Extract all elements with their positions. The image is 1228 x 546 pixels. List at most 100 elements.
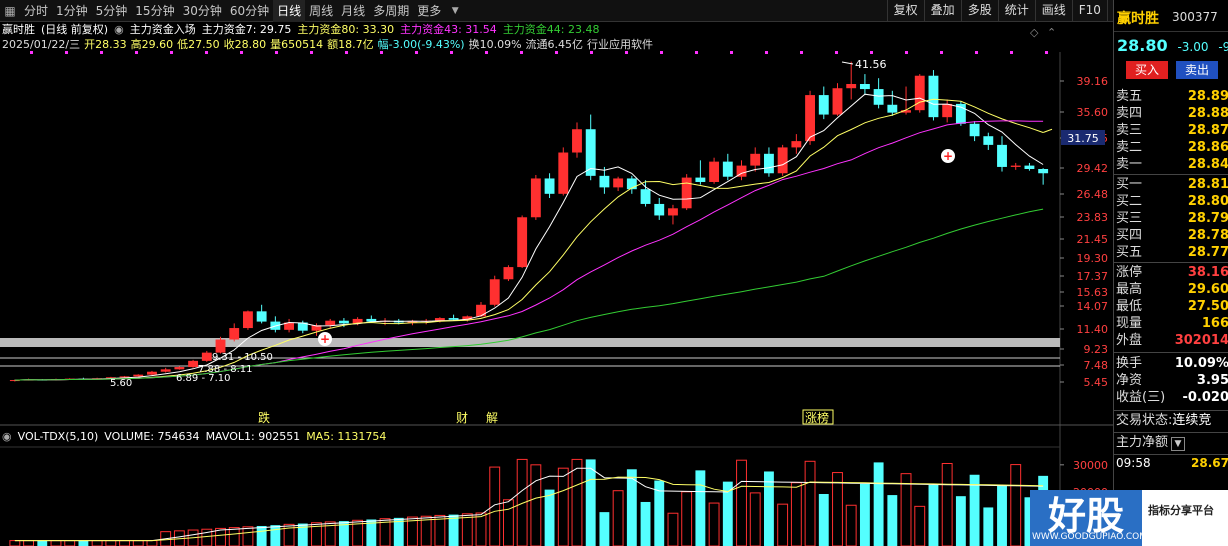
grid-dot: [870, 51, 873, 54]
price-tick-label-12: 9.23: [1084, 343, 1109, 356]
trade-status: 连续竞: [1172, 413, 1212, 428]
quote-pct: -9: [1218, 40, 1228, 54]
candle-body-67: [928, 75, 939, 118]
candle-body-52: [722, 161, 733, 177]
net-flow-dropdown-icon[interactable]: ▼: [1171, 437, 1186, 451]
volume-bar-8: [119, 540, 130, 546]
buy-button[interactable]: 买入: [1126, 61, 1168, 79]
diamond-icon: ◇: [1030, 26, 1039, 39]
support-band: [0, 338, 1060, 347]
stat-row-0: 涨停 38.16: [1116, 265, 1228, 280]
ask-row-2: 卖三 28.87: [1116, 123, 1228, 138]
price-tick-label-7: 19.30: [1077, 252, 1109, 265]
stats2-divider: [1114, 352, 1228, 353]
status-line: 交易状态:连续竞: [1114, 410, 1228, 430]
candle-body-16: [229, 328, 240, 340]
candle-body-11: [160, 369, 171, 372]
grid-dot: [975, 51, 978, 54]
volume-bar-34: [475, 512, 487, 546]
buy-marker-glyph-1: +: [943, 149, 953, 163]
quote-change: -3.00: [1177, 40, 1209, 54]
grid-dot: [800, 51, 803, 54]
grid-dot: [555, 51, 558, 54]
grid-dot: [65, 51, 68, 54]
event-tag-2: 解: [486, 411, 498, 425]
price-tick-label-1: 35.60: [1077, 106, 1109, 119]
ask-row-1: 卖四 28.88: [1116, 106, 1228, 121]
volume-bar-51: [708, 502, 720, 546]
level-label-1: 9.31 - 10.50: [212, 352, 273, 363]
candle-body-32: [448, 318, 459, 320]
tick-price: 28.67: [1191, 456, 1228, 470]
price-tag-label: 31.75: [1067, 132, 1099, 145]
ask-row-3: 卖二 28.86: [1116, 140, 1228, 155]
grid-dot: [30, 51, 33, 54]
price-tick-label-6: 21.45: [1077, 233, 1109, 246]
quote-price: 28.80: [1117, 36, 1168, 55]
event-tag-0: 跌: [258, 410, 270, 425]
vol-axis-label-0: 30000: [1073, 459, 1108, 472]
volume-bar-48: [667, 512, 679, 546]
candle-body-43: [599, 175, 610, 188]
candle-body-61: [846, 84, 857, 89]
high-annotation: 41.56: [855, 58, 887, 71]
quote-stock-code: 300377: [1172, 10, 1218, 24]
volume-bar-17: [242, 526, 254, 546]
volume-bar-18: [256, 525, 267, 546]
volume-bar-73: [1010, 464, 1022, 546]
volume-bar-42: [585, 459, 596, 546]
grid-dot: [310, 51, 313, 54]
volume-bar-19: [270, 525, 281, 546]
candle-body-59: [818, 95, 829, 115]
volume-bar-50: [695, 470, 706, 546]
event-tag-1: 财: [456, 411, 468, 425]
grid-dot: [275, 51, 278, 54]
candle-body-70: [969, 123, 980, 137]
volume-bar-35: [489, 466, 501, 546]
volume-bar-46: [640, 501, 651, 546]
volume-bar-66: [914, 505, 926, 546]
volume-bar-58: [804, 460, 816, 546]
grid-dot: [590, 51, 593, 54]
candle-body-18: [256, 311, 267, 322]
candle-body-26: [366, 318, 377, 322]
price-tick-label-9: 15.63: [1077, 286, 1109, 299]
volume-bar-71: [983, 507, 994, 546]
candle-body-34: [476, 304, 486, 317]
grid-dot: [730, 51, 733, 54]
stat-row-1: 最高 29.60: [1116, 282, 1228, 297]
candle-body-39: [544, 178, 555, 194]
price-tick-label-3: 29.42: [1077, 162, 1109, 175]
volume-bar-43: [599, 512, 610, 546]
candle-body-54: [750, 153, 761, 166]
volume-bar-41: [571, 458, 583, 546]
grid-dot: [415, 51, 418, 54]
stat2-row-1: 净资 3.95: [1116, 373, 1228, 388]
volume-bar-60: [832, 472, 843, 546]
grid-dot: [380, 51, 383, 54]
book-divider: [1114, 174, 1228, 175]
volume-bar-3: [50, 540, 62, 546]
quote-price-line: 28.80 -3.00 -9: [1117, 36, 1228, 55]
volume-bar-33: [461, 513, 473, 546]
volume-bar-72: [997, 486, 1007, 546]
candle-body-51: [709, 161, 720, 182]
grid-dot: [205, 51, 208, 54]
volume-bar-56: [777, 503, 789, 546]
volume-bar-9: [132, 540, 144, 546]
candle-body-57: [791, 141, 802, 148]
volume-bar-69: [955, 496, 966, 546]
level-label-3: 6.89 - 7.10: [176, 373, 231, 384]
candle-body-56: [777, 147, 788, 174]
candle-body-15: [215, 339, 226, 353]
volume-bar-10: [146, 540, 158, 546]
kline-chart[interactable]: 39.16 35.60 31.75 29.42 26.48 23.83 21.45 19.30…: [0, 0, 1113, 546]
sell-button[interactable]: 卖出: [1176, 61, 1218, 79]
price-tick-label-4: 26.48: [1077, 188, 1109, 201]
trade-status-label: 交易状态:: [1116, 413, 1173, 428]
candle-body-24: [338, 320, 349, 324]
candle-body-72: [997, 144, 1007, 167]
volume-bar-2: [37, 540, 48, 546]
candle-body-50: [695, 177, 706, 182]
grid-dot: [940, 51, 943, 54]
